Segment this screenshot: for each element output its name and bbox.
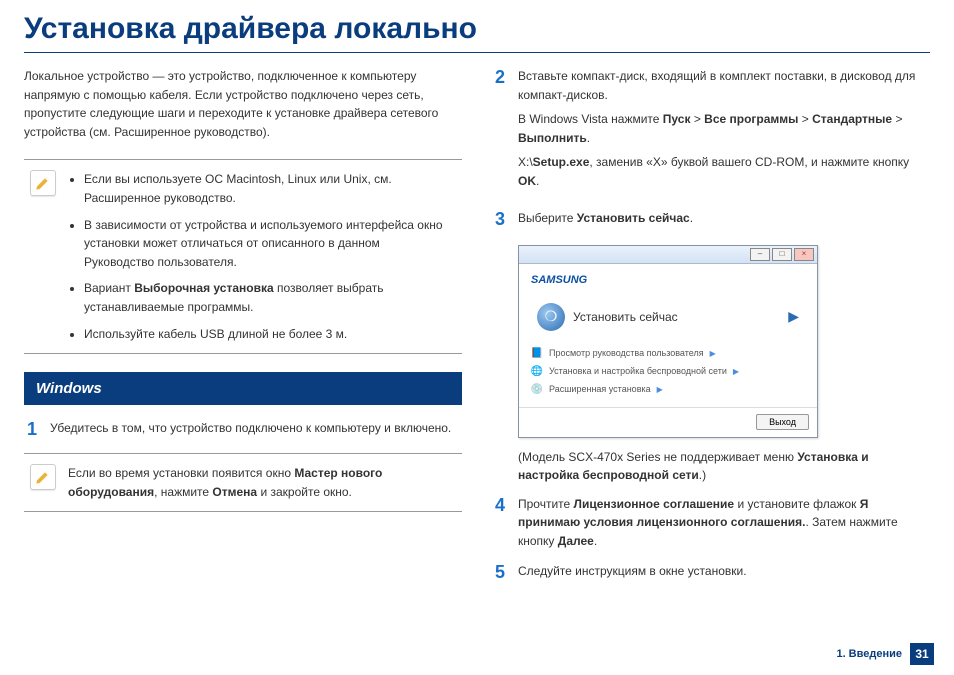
step-body: Вставьте компакт-диск, входящий в компле… (518, 67, 930, 197)
page-number: 31 (910, 643, 934, 665)
note1-item: Если вы используете ОС Macintosh, Linux … (84, 170, 452, 207)
step-number: 5 (492, 562, 508, 584)
step-body: Убедитесь в том, что устройство подключе… (50, 419, 462, 441)
chevron-right-icon: ▶ (710, 348, 716, 360)
step-number: 2 (492, 67, 508, 197)
step-number: 3 (492, 209, 508, 234)
chevron-right-icon: ▶ (657, 384, 663, 396)
right-column: 2 Вставьте компакт-диск, входящий в комп… (492, 67, 930, 596)
step-3: 3 Выберите Установить сейчас. (492, 209, 930, 234)
maximize-icon[interactable]: □ (772, 248, 792, 261)
installer-dialog: – □ × SAMSUNG ❍ Установить сейчас ▶ 📘 Пр… (518, 245, 818, 437)
note-icon (30, 170, 56, 196)
dialog-titlebar: – □ × (519, 246, 817, 264)
note1-item: В зависимости от устройства и используем… (84, 216, 452, 272)
section-windows: Windows (24, 372, 462, 405)
chevron-right-icon: ▶ (733, 366, 739, 378)
close-icon[interactable]: × (794, 248, 814, 261)
book-icon: 📘 (531, 348, 543, 360)
step-5: 5 Следуйте инструкциям в окне установки. (492, 562, 930, 584)
step-2: 2 Вставьте компакт-диск, входящий в комп… (492, 67, 930, 197)
chapter-label: 1. Введение (836, 648, 902, 660)
note1-item: Вариант Выборочная установка позволяет в… (84, 279, 452, 316)
dialog-option[interactable]: 📘 Просмотр руководства пользователя ▶ (531, 345, 805, 363)
content-columns: Локальное устройство — это устройство, п… (0, 67, 954, 596)
note-icon (30, 464, 56, 490)
brand-logo: SAMSUNG (531, 272, 805, 289)
step-number: 1 (24, 419, 40, 441)
minimize-icon[interactable]: – (750, 248, 770, 261)
play-icon: ▶ (788, 306, 799, 328)
install-now-label: Установить сейчас (573, 308, 678, 327)
globe-icon: 🌐 (531, 366, 543, 378)
step-1: 1 Убедитесь в том, что устройство подклю… (24, 419, 462, 441)
dialog-option[interactable]: 💿 Расширенная установка ▶ (531, 381, 805, 399)
step-body: Прочтите Лицензионное соглашение и устан… (518, 495, 930, 551)
step-4: 4 Прочтите Лицензионное соглашение и уст… (492, 495, 930, 551)
disc-icon: ❍ (537, 303, 565, 331)
page-footer: 1. Введение 31 (836, 643, 934, 665)
left-column: Локальное устройство — это устройство, п… (24, 67, 462, 596)
note-box-1: Если вы используете ОС Macintosh, Linux … (24, 159, 462, 354)
intro-text: Локальное устройство — это устройство, п… (24, 67, 462, 141)
note1-item: Используйте кабель USB длиной не более 3… (84, 325, 452, 344)
page-title: Установка драйвера локально (0, 0, 954, 52)
disc-small-icon: 💿 (531, 384, 543, 396)
exit-button[interactable]: Выход (756, 414, 809, 430)
note-box-2: Если во время установки появится окно Ма… (24, 453, 462, 512)
title-underline (24, 52, 930, 53)
step-body: Выберите Установить сейчас. (518, 209, 930, 234)
step3-note: (Модель SCX-470x Series не поддерживает … (518, 448, 930, 485)
step-number: 4 (492, 495, 508, 551)
dialog-option[interactable]: 🌐 Установка и настройка беспроводной сет… (531, 363, 805, 381)
dialog-body: SAMSUNG ❍ Установить сейчас ▶ 📘 Просмотр… (519, 264, 817, 407)
install-now-row[interactable]: ❍ Установить сейчас ▶ (531, 299, 805, 335)
step-body: Следуйте инструкциям в окне установки. (518, 562, 930, 584)
dialog-footer: Выход (519, 407, 817, 437)
